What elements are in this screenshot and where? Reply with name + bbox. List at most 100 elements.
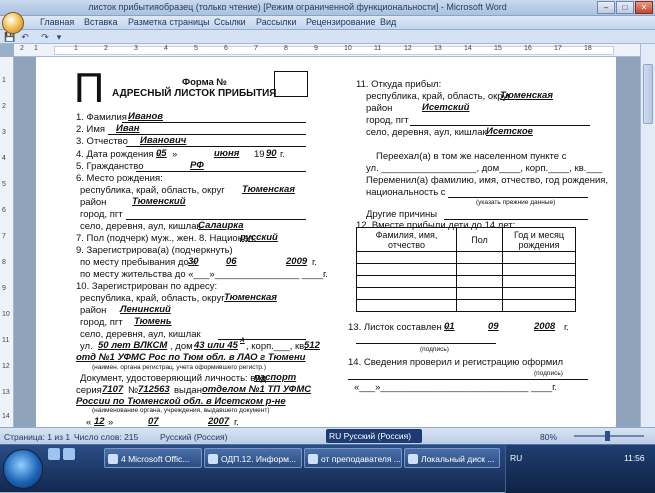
undo-icon[interactable]: ↶ xyxy=(20,32,30,42)
ruler-number: 13 xyxy=(2,389,10,396)
hint-text: (указать прежние данные) xyxy=(476,199,556,206)
field-label: 14. Сведения проверил и регистрацию офор… xyxy=(348,357,564,368)
birth-district-value: Тюменский xyxy=(132,196,186,207)
doc-issuer-value-2: России по Тюменской обл. в Исетском р-не xyxy=(76,396,286,407)
field-label: республика, край, область, округ xyxy=(366,91,511,102)
form-title: АДРЕСНЫЙ ЛИСТОК ПРИБЫТИЯ xyxy=(112,88,277,99)
horizontal-ruler[interactable]: 1 2 1 2 3 4 5 6 7 8 9 10 11 12 13 14 15 … xyxy=(14,44,640,57)
reg-region-value: Тюменская xyxy=(224,292,277,303)
scrollbar-thumb[interactable] xyxy=(643,64,653,124)
customize-icon[interactable]: ▾ xyxy=(54,32,64,42)
field-label: село, деревня, аул, кишлак xyxy=(366,127,487,138)
children-table: Фамилия, имя, отчество Пол Год и месяц р… xyxy=(356,227,576,312)
doc-series-value: 7107 xyxy=(102,384,124,395)
clock[interactable]: 11:56 xyxy=(624,453,645,463)
taskbar-item-folder-1[interactable]: ОДП.12. Информ... xyxy=(204,448,302,468)
hint-text: (наименование органа, учреждения, выдавш… xyxy=(92,407,270,414)
underline xyxy=(348,379,588,380)
taskbar-item-folder-2[interactable]: от преподавателя ... xyxy=(304,448,402,468)
field-label: 9. Зарегистрирова(а) (подчеркнуть) xyxy=(76,245,233,256)
tray-language[interactable]: RU xyxy=(510,453,522,463)
tab-home[interactable]: Главная xyxy=(40,17,74,27)
maximize-button[interactable]: □ xyxy=(616,1,634,14)
table-row[interactable] xyxy=(356,251,576,264)
tab-page-layout[interactable]: Разметка страницы xyxy=(128,17,210,27)
document-page[interactable]: П Форма № АДРЕСНЫЙ ЛИСТОК ПРИБЫТИЯ 1. Фа… xyxy=(36,57,616,428)
ruler-number: 8 xyxy=(2,259,6,266)
from-village-value: Исетское xyxy=(486,126,533,137)
field-label: Другие причины xyxy=(366,209,438,220)
field-label: республика, край, область, округ xyxy=(80,185,225,196)
field-label: город, пгт xyxy=(366,115,409,126)
ruler-number: 12 xyxy=(2,363,10,370)
folder-icon xyxy=(208,454,218,464)
start-button[interactable] xyxy=(3,449,43,489)
ruler-number: 10 xyxy=(2,311,10,318)
ruler-number: 2 xyxy=(20,45,24,52)
page-count[interactable]: Страница: 1 из 1 xyxy=(4,432,70,442)
language-status[interactable]: Русский (Россия) xyxy=(160,432,227,442)
field-label: город, пгт xyxy=(80,209,123,220)
patronymic-value: Иванович xyxy=(140,135,187,146)
field-label: серия xyxy=(76,385,102,396)
field-label: по месту пребывания до « xyxy=(80,257,197,268)
zoom-level[interactable]: 80% xyxy=(540,432,557,442)
stay-year-value: 2009 xyxy=(286,256,308,267)
ruler-number: 1 xyxy=(74,45,78,52)
birth-village-value: Салаирка xyxy=(198,220,244,231)
ruler-number: 14 xyxy=(464,45,472,52)
stay-day-value: 30 xyxy=(188,256,199,267)
table-row[interactable] xyxy=(356,287,576,300)
ruler-number: 5 xyxy=(194,45,198,52)
birth-region-value: Тюменская xyxy=(242,184,295,195)
ribbon-tabs: Главная Вставка Разметка страницы Ссылки… xyxy=(0,16,655,30)
underline xyxy=(108,134,306,135)
table-row[interactable] xyxy=(356,299,576,312)
field-label: № xyxy=(128,385,139,396)
office-button[interactable] xyxy=(2,12,24,34)
table-row[interactable] xyxy=(356,275,576,288)
taskbar-item-word[interactable]: 4 Microsoft Offic... xyxy=(104,448,202,468)
surname-value: Иванов xyxy=(128,111,164,122)
redo-icon[interactable]: ↷ xyxy=(40,32,50,42)
reg-district-value: Ленинский xyxy=(120,304,171,315)
taskbar-item-drive[interactable]: Локальный диск ... xyxy=(404,448,500,468)
ruler-number: 17 xyxy=(554,45,562,52)
field-label: район xyxy=(80,197,107,208)
table-row[interactable] xyxy=(356,263,576,276)
minimize-button[interactable]: – xyxy=(597,1,615,14)
field-label: Переменил(а) фамилию, имя, отчество, год… xyxy=(366,175,609,186)
tab-review[interactable]: Рецензирование xyxy=(306,17,376,27)
field-label: район xyxy=(366,103,393,114)
field-label: 7. Пол (подчерк) муж., жен. 8. Национал. xyxy=(76,233,257,244)
taskbar: 4 Microsoft Offic... ОДП.12. Информ... о… xyxy=(0,444,655,493)
underline xyxy=(356,343,496,344)
vertical-scrollbar[interactable] xyxy=(640,44,655,427)
status-bar: Страница: 1 из 1 Число слов: 215 Русский… xyxy=(0,427,655,444)
field-label: г. xyxy=(312,257,317,268)
tab-view[interactable]: Вид xyxy=(380,17,396,27)
vertical-ruler[interactable]: 1 2 3 4 5 6 7 8 9 10 11 12 13 14 xyxy=(0,57,14,427)
ruler-number: 9 xyxy=(2,285,6,292)
field-label: ул. xyxy=(80,341,93,352)
tab-references[interactable]: Ссылки xyxy=(214,17,246,27)
tab-mailings[interactable]: Рассылки xyxy=(256,17,296,27)
word-count[interactable]: Число слов: 215 xyxy=(74,432,138,442)
tab-insert[interactable]: Вставка xyxy=(84,17,117,27)
title-bar: листок прибытияобразец (только чтение) [… xyxy=(0,0,655,16)
word-icon xyxy=(108,454,118,464)
ruler-number: 2 xyxy=(104,45,108,52)
zoom-slider-handle[interactable] xyxy=(605,431,610,441)
close-button[interactable]: ✕ xyxy=(635,1,653,14)
desktop-icon[interactable] xyxy=(48,448,60,460)
ruler-number: 10 xyxy=(344,45,352,52)
field-label: , дом xyxy=(170,341,193,352)
keyboard-language[interactable]: RU Русский (Россия) xyxy=(326,429,422,443)
document-area: П Форма № АДРЕСНЫЙ ЛИСТОК ПРИБЫТИЯ 1. Фа… xyxy=(14,57,640,428)
browser-icon[interactable] xyxy=(63,448,75,460)
doc-month-value: 07 xyxy=(148,416,159,427)
reg-city-value: Тюмень xyxy=(134,316,172,327)
ruler-number: 18 xyxy=(584,45,592,52)
underline xyxy=(126,146,306,147)
table-header: Пол xyxy=(456,227,503,252)
